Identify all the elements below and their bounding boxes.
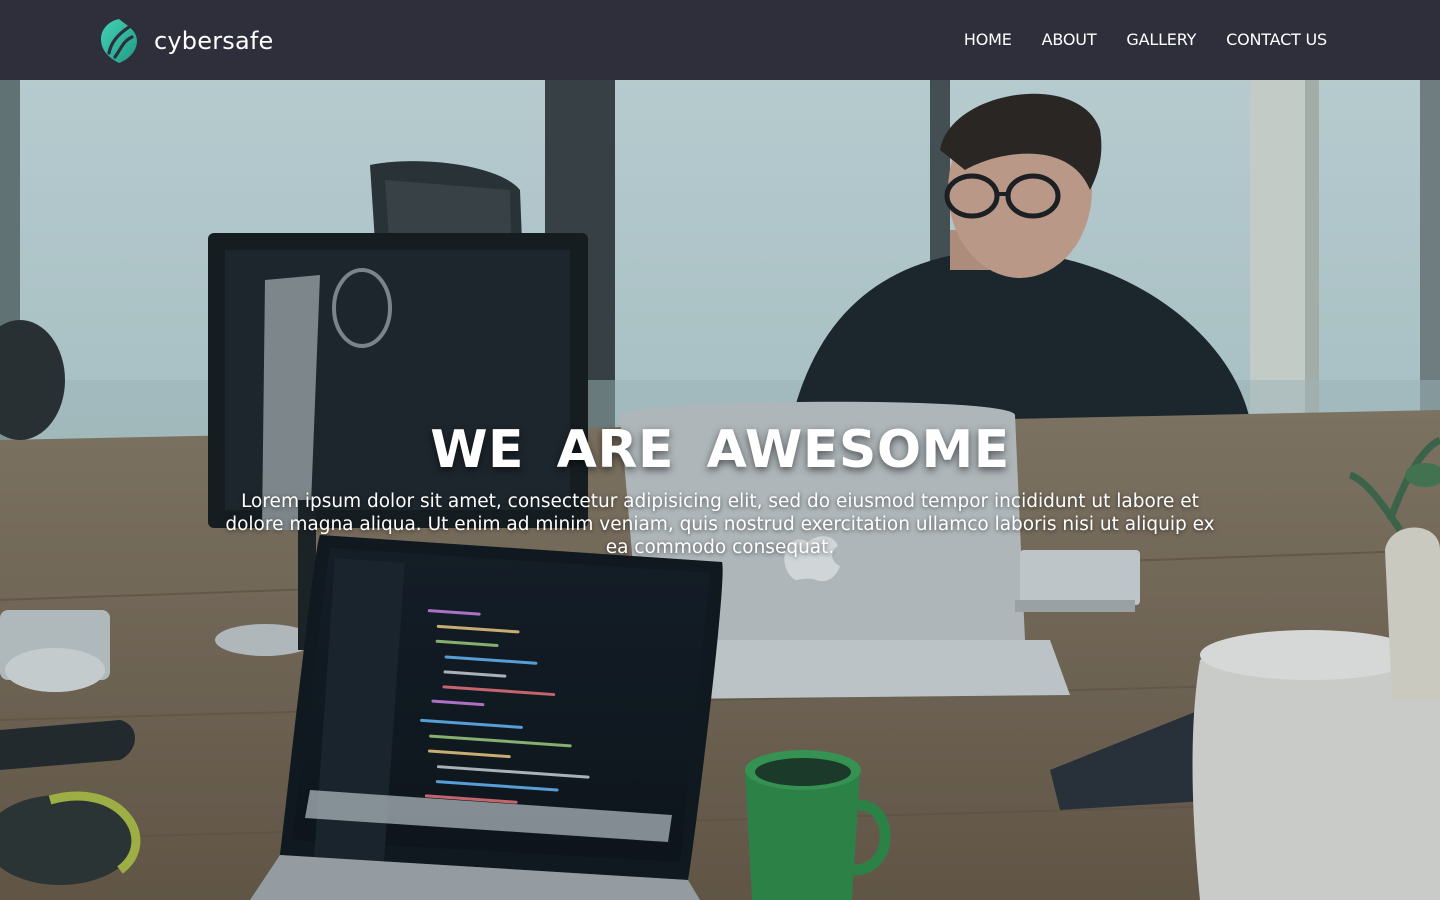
nav-contact-us[interactable]: CONTACT US: [1226, 30, 1327, 50]
hero-section: WE ARE AWESOME Lorem ipsum dolor sit ame…: [0, 80, 1440, 900]
leaf-drop-logo-icon: [101, 19, 137, 63]
brand-link[interactable]: cybersafe: [99, 17, 274, 65]
hero-title: WE ARE AWESOME: [430, 420, 1010, 480]
nav-home[interactable]: HOME: [964, 30, 1012, 50]
hero-description: Lorem ipsum dolor sit amet, consectetur …: [225, 491, 1215, 558]
brand-name: cybersafe: [154, 27, 274, 55]
nav-gallery[interactable]: GALLERY: [1126, 30, 1196, 50]
nav-about[interactable]: ABOUT: [1042, 30, 1097, 50]
main-nav: HOME ABOUT GALLERY CONTACT US: [964, 30, 1327, 50]
navbar: cybersafe HOME ABOUT GALLERY CONTACT US: [0, 0, 1440, 80]
